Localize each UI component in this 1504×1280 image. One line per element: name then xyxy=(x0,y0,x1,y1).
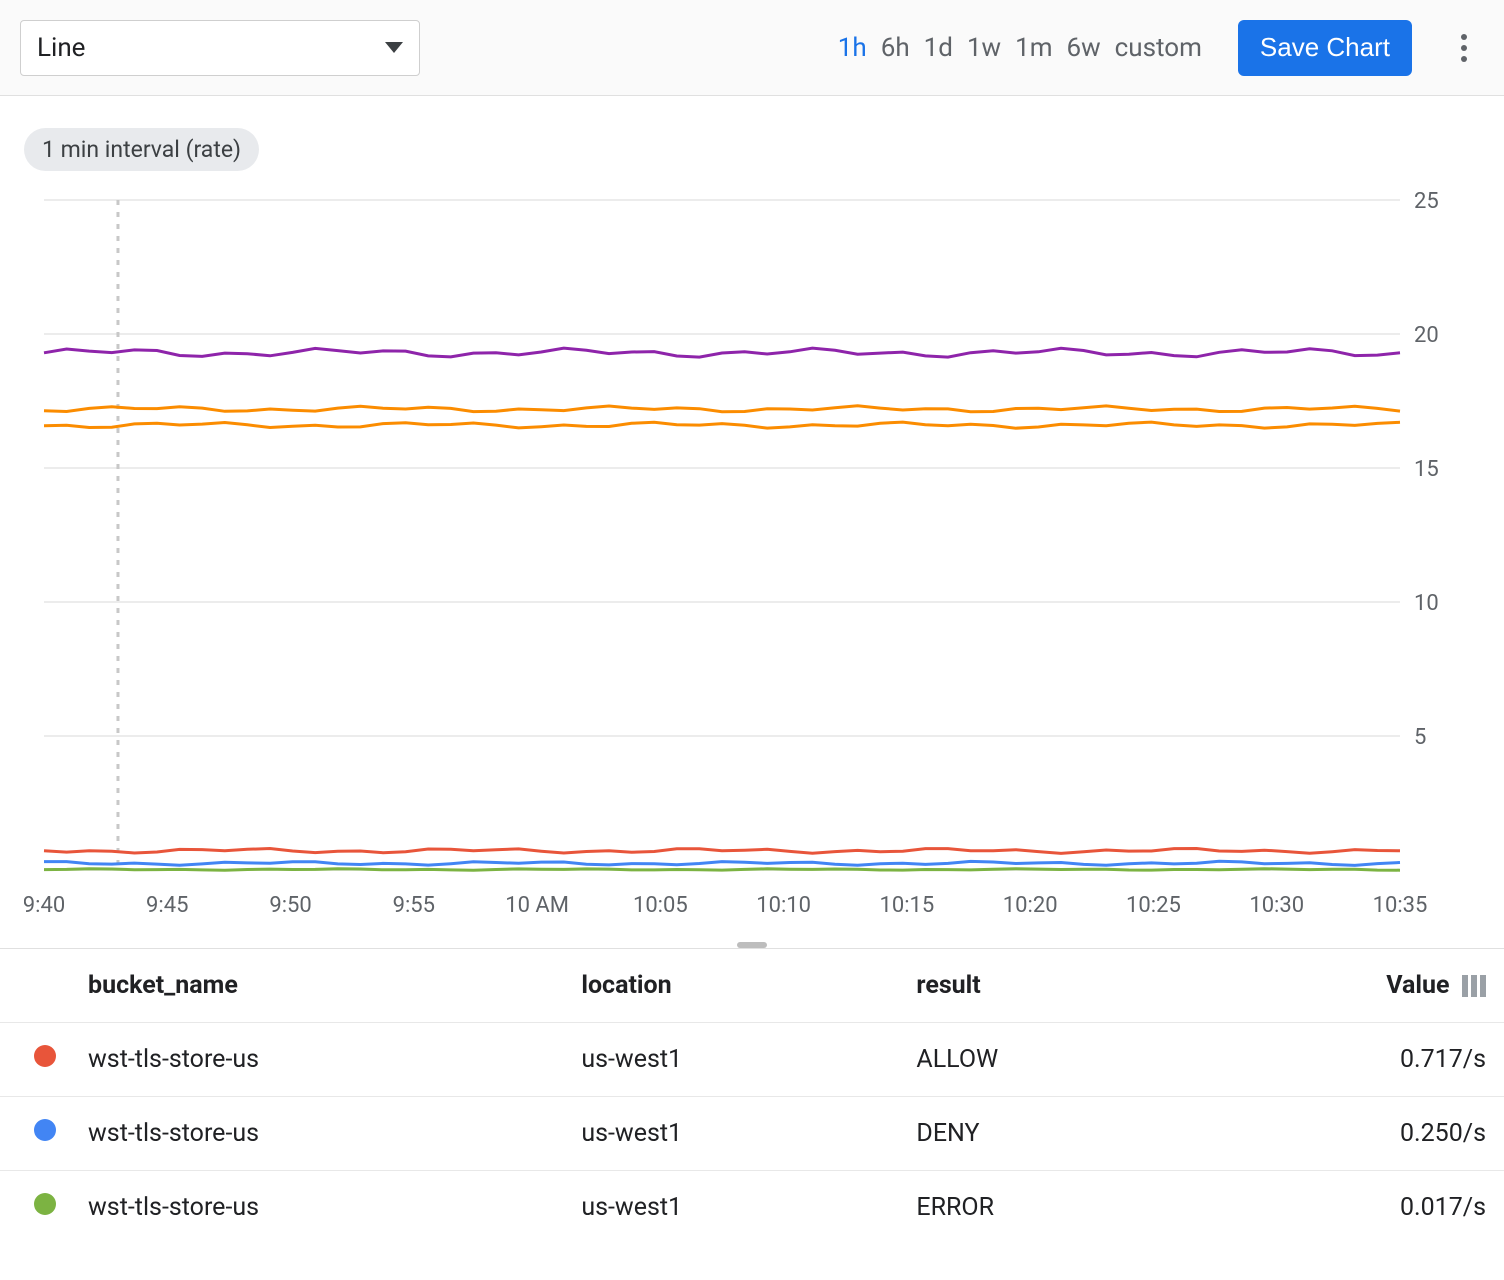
series-swatch xyxy=(34,1045,56,1067)
svg-text:5: 5 xyxy=(1414,725,1426,750)
svg-text:10:15: 10:15 xyxy=(880,893,935,918)
columns-icon[interactable] xyxy=(1462,975,1486,997)
col-result[interactable]: result xyxy=(892,949,1184,1023)
save-chart-button[interactable]: Save Chart xyxy=(1238,20,1412,76)
col-location[interactable]: location xyxy=(557,949,892,1023)
chevron-down-icon xyxy=(385,42,403,53)
cell-result: ERROR xyxy=(892,1171,1184,1245)
svg-text:10:35: 10:35 xyxy=(1373,893,1428,918)
cell-bucket: wst-tls-store-us xyxy=(64,1171,557,1245)
table-header-row: bucket_name location result Value xyxy=(0,949,1504,1023)
range-1w[interactable]: 1w xyxy=(967,33,1001,63)
cell-location: us-west1 xyxy=(557,1097,892,1171)
col-value[interactable]: Value xyxy=(1185,949,1504,1023)
line-chart[interactable]: 5 10 15 20 25 9:40 9:45 9:50 9:55 10 AM 10:05 10:10… xyxy=(24,130,1480,930)
svg-text:9:45: 9:45 xyxy=(146,893,188,918)
svg-text:10:10: 10:10 xyxy=(756,893,811,918)
cell-result: DENY xyxy=(892,1097,1184,1171)
svg-text:9:50: 9:50 xyxy=(269,893,311,918)
interval-chip: 1 min interval (rate) xyxy=(24,128,259,171)
range-1m[interactable]: 1m xyxy=(1015,33,1052,63)
svg-text:10: 10 xyxy=(1414,591,1439,616)
svg-text:9:55: 9:55 xyxy=(393,893,435,918)
range-1d[interactable]: 1d xyxy=(924,33,953,63)
svg-text:10:05: 10:05 xyxy=(633,893,688,918)
cell-location: us-west1 xyxy=(557,1171,892,1245)
cell-bucket: wst-tls-store-us xyxy=(64,1023,557,1097)
table-row[interactable]: wst-tls-store-usus-west1ALLOW0.717/s xyxy=(0,1023,1504,1097)
series-swatch xyxy=(34,1193,56,1215)
col-bucket[interactable]: bucket_name xyxy=(64,949,557,1023)
svg-text:20: 20 xyxy=(1414,323,1439,348)
svg-text:10:25: 10:25 xyxy=(1126,893,1181,918)
svg-text:10 AM: 10 AM xyxy=(505,893,569,918)
resize-handle[interactable] xyxy=(0,940,1504,948)
cell-bucket: wst-tls-store-us xyxy=(64,1097,557,1171)
chart-area: 1 min interval (rate) 5 10 15 20 25 9:40 9:45 9… xyxy=(0,96,1504,940)
series-swatch xyxy=(34,1119,56,1141)
range-1h[interactable]: 1h xyxy=(838,33,867,63)
svg-text:15: 15 xyxy=(1414,457,1439,482)
cell-location: us-west1 xyxy=(557,1023,892,1097)
legend-table: bucket_name location result Value wst-tl… xyxy=(0,948,1504,1244)
svg-text:9:40: 9:40 xyxy=(24,893,65,918)
table-row[interactable]: wst-tls-store-usus-west1DENY0.250/s xyxy=(0,1097,1504,1171)
cell-value: 0.250/s xyxy=(1185,1097,1504,1171)
cell-result: ALLOW xyxy=(892,1023,1184,1097)
chart-type-dropdown[interactable]: Line xyxy=(20,20,420,76)
svg-text:10:20: 10:20 xyxy=(1003,893,1058,918)
range-custom[interactable]: custom xyxy=(1115,33,1202,63)
cell-value: 0.717/s xyxy=(1185,1023,1504,1097)
range-6w[interactable]: 6w xyxy=(1067,33,1101,63)
more-menu-button[interactable] xyxy=(1444,28,1484,68)
cell-value: 0.017/s xyxy=(1185,1171,1504,1245)
svg-text:25: 25 xyxy=(1414,189,1439,214)
toolbar: Line 1h 6h 1d 1w 1m 6w custom Save Chart xyxy=(0,0,1504,96)
chart-type-label: Line xyxy=(37,33,85,63)
svg-text:10:30: 10:30 xyxy=(1249,893,1304,918)
time-range-group: 1h 6h 1d 1w 1m 6w custom xyxy=(838,33,1202,63)
table-row[interactable]: wst-tls-store-usus-west1ERROR0.017/s xyxy=(0,1171,1504,1245)
range-6h[interactable]: 6h xyxy=(881,33,910,63)
